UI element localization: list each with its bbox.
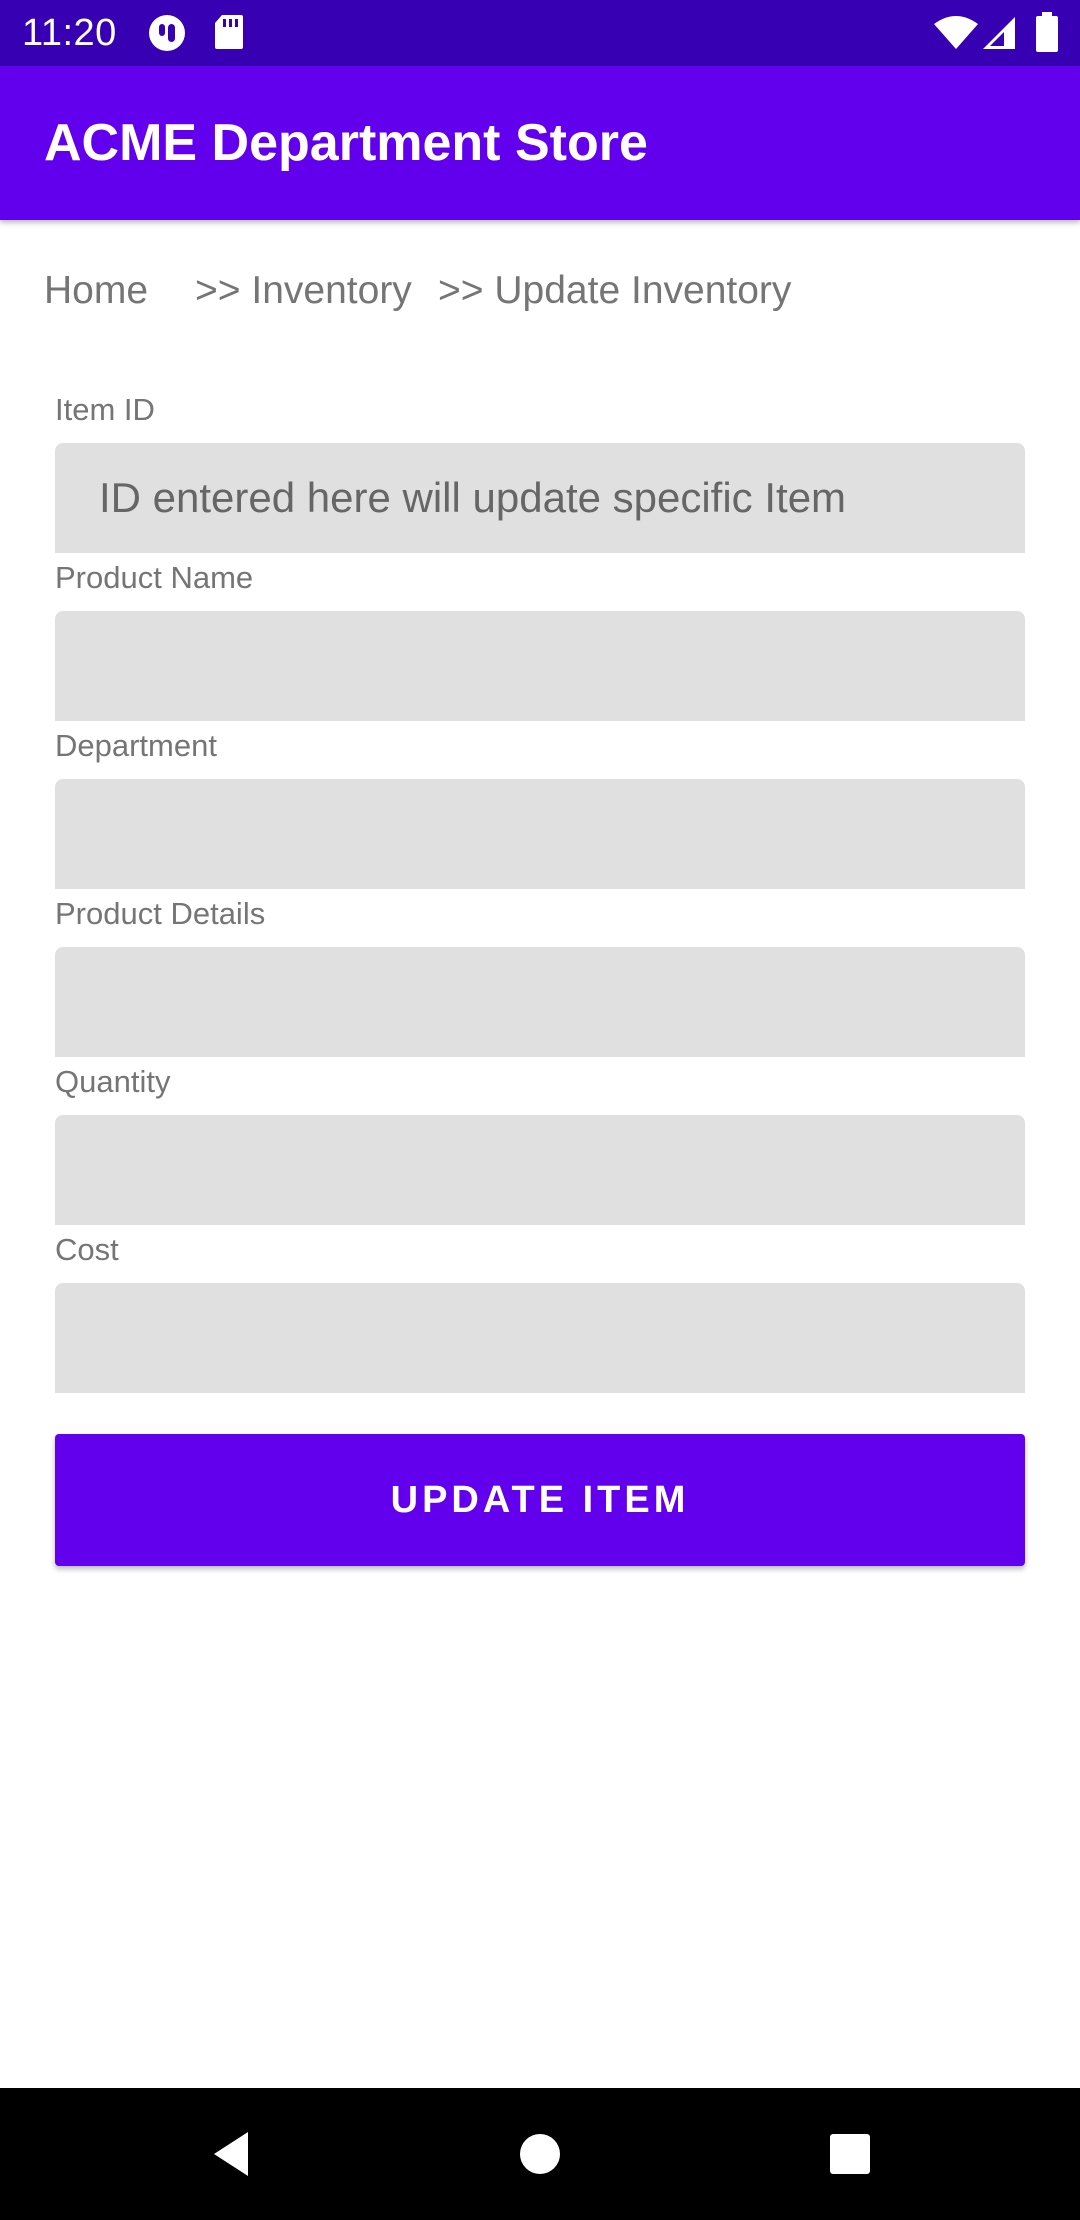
quantity-input[interactable] bbox=[55, 1115, 1025, 1225]
quantity-label: Quantity bbox=[55, 1064, 171, 1099]
recents-icon[interactable] bbox=[810, 2118, 890, 2190]
notification-app-icon bbox=[148, 14, 186, 57]
app-bar: ACME Department Store bbox=[0, 66, 1080, 220]
back-icon[interactable] bbox=[200, 2118, 280, 2190]
status-time: 11:20 bbox=[22, 12, 117, 54]
update-item-button[interactable]: UPDATE ITEM bbox=[55, 1434, 1025, 1566]
product-details-input[interactable] bbox=[55, 947, 1025, 1057]
system-nav-bar bbox=[0, 2088, 1080, 2220]
product-name-label: Product Name bbox=[55, 560, 254, 595]
home-icon[interactable] bbox=[500, 2118, 580, 2190]
department-input[interactable] bbox=[55, 779, 1025, 889]
department-label: Department bbox=[55, 728, 217, 763]
battery-icon bbox=[1036, 12, 1058, 57]
breadcrumb-update-inventory[interactable]: >> Update Inventory bbox=[438, 266, 791, 316]
cost-label: Cost bbox=[55, 1232, 119, 1267]
sd-card-icon bbox=[214, 14, 244, 55]
cellular-signal-icon bbox=[982, 16, 1016, 55]
app-title: ACME Department Store bbox=[44, 114, 648, 172]
wifi-icon bbox=[934, 16, 978, 55]
breadcrumb-home[interactable]: Home bbox=[44, 266, 148, 316]
product-name-input[interactable] bbox=[55, 611, 1025, 721]
cost-input[interactable] bbox=[55, 1283, 1025, 1393]
item-id-label: Item ID bbox=[55, 392, 155, 427]
breadcrumb-inventory[interactable]: >> Inventory bbox=[195, 266, 412, 316]
item-id-input[interactable] bbox=[55, 443, 1025, 553]
status-bar: 11:20 bbox=[0, 0, 1080, 66]
product-details-label: Product Details bbox=[55, 896, 266, 931]
